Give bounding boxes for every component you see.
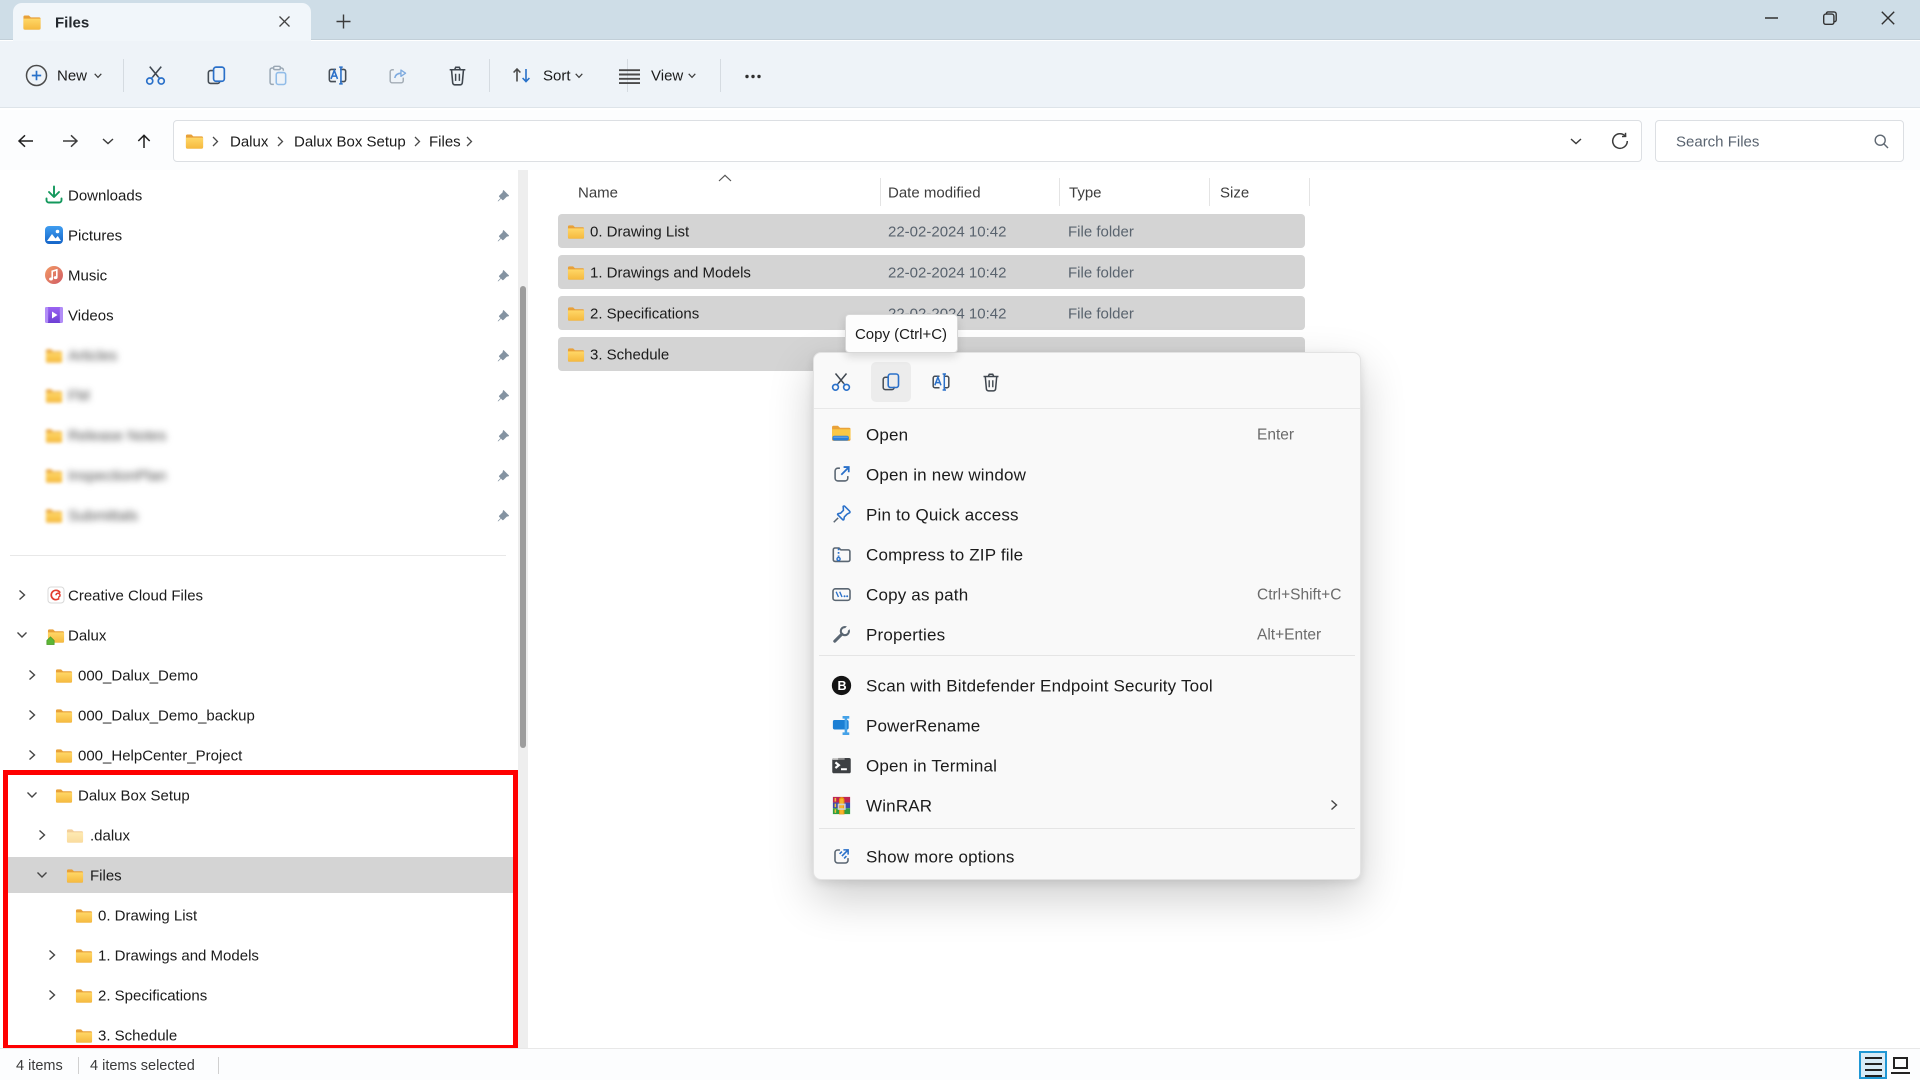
svg-text:B: B — [838, 679, 847, 693]
